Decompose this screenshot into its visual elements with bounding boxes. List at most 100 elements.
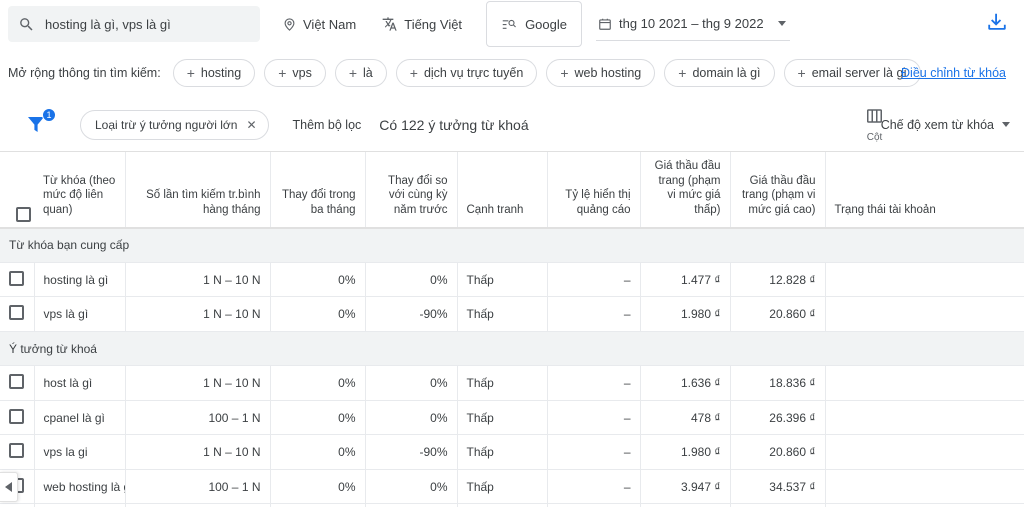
cell-three-month-change: 0% xyxy=(270,262,366,298)
filter-button[interactable]: 1 xyxy=(24,107,56,138)
plus-icon: + xyxy=(186,65,195,81)
search-icon xyxy=(18,16,35,33)
adjust-keywords-link[interactable]: Điều chỉnh từ khóa xyxy=(901,66,1006,80)
cell-avg-monthly-searches: 100 – 1 N xyxy=(125,400,271,436)
keyword-planner-page: hosting là gì, vps là gì Việt Nam Tiếng … xyxy=(0,0,1024,507)
expand-chip-dich-vu-truc-tuyen[interactable]: + dịch vụ trực tuyến xyxy=(395,59,538,87)
keyword-table-body: Từ khóa bạn cung cấp hosting là gì 1 N –… xyxy=(0,227,1024,507)
cell-bid-high: 26.396 ₫ xyxy=(730,400,826,436)
expand-search-row: Mở rộng thông tin tìm kiếm: + hosting + … xyxy=(0,48,1024,98)
cell-competition: Thấp xyxy=(457,469,548,505)
cell-yoy-change: 0% xyxy=(365,365,458,401)
idea-count-label: Có 122 ý tưởng từ khoá xyxy=(379,116,529,133)
cell-three-month-change: 0% xyxy=(270,365,366,401)
cell-competition: Thấp xyxy=(457,365,548,401)
col-header-top-of-page-bid-low[interactable]: Giá thầu đầu trang (phạm vi mức giá thấp… xyxy=(640,152,731,228)
cell-avg-monthly-searches: 1 N – 10 N xyxy=(125,262,271,298)
active-filter-chip[interactable]: Loại trừ ý tưởng người lớn ✕ xyxy=(80,109,269,140)
cell-avg-monthly-searches: 100 – 1 N xyxy=(125,469,271,505)
expand-search-label: Mở rộng thông tin tìm kiếm: xyxy=(8,66,161,80)
date-range-selector[interactable]: thg 10 2021 – thg 9 2022 xyxy=(595,7,790,41)
search-network-selector[interactable]: Google xyxy=(486,1,582,47)
cell-competition: Thấp xyxy=(457,434,548,470)
cell-keyword: web hosting là gì xyxy=(34,469,126,505)
expand-chip-vps[interactable]: + vps xyxy=(264,59,326,87)
expand-chip-hosting[interactable]: + hosting xyxy=(172,59,256,87)
download-button[interactable] xyxy=(984,11,1010,37)
cell-bid-low: 1.980 ₫ xyxy=(640,434,731,470)
cell-bid-low: 3.947 ₫ xyxy=(640,469,731,505)
cell-keyword: host là gì xyxy=(34,365,126,401)
keyword-table: Từ khóa (theo mức độ liên quan) Số lần t… xyxy=(0,152,1024,507)
cell-account-status xyxy=(825,400,1024,436)
cell-bid-high: 18.836 ₫ xyxy=(730,365,826,401)
cell-account-status xyxy=(825,434,1024,470)
active-filter-label: Loại trừ ý tưởng người lớn xyxy=(95,117,238,132)
top-toolbar: hosting là gì, vps là gì Việt Nam Tiếng … xyxy=(0,0,1024,48)
col-header-competition[interactable]: Cạnh tranh xyxy=(457,152,548,228)
search-input[interactable]: hosting là gì, vps là gì xyxy=(8,6,260,42)
cell-competition: Thấp xyxy=(457,296,548,332)
col-header-avg-monthly-searches[interactable]: Số lần tìm kiếm tr.bình hàng tháng xyxy=(125,152,271,228)
expand-chip-domain-la-gi[interactable]: + domain là gì xyxy=(664,59,775,87)
table-row[interactable]: hosting là gì 1 N – 10 N 0% 0% Thấp – 1.… xyxy=(0,262,1024,298)
cell-bid-high: 34.537 ₫ xyxy=(730,469,826,505)
row-checkbox-cell xyxy=(0,365,35,401)
view-mode-selector[interactable]: Chế độ xem từ khóa xyxy=(881,118,1010,132)
expand-chip-la[interactable]: + là xyxy=(334,59,387,87)
add-filter-button[interactable]: Thêm bộ lọc xyxy=(293,118,362,132)
cell-keyword: hosting là gì xyxy=(34,262,126,298)
keyword-table-container[interactable]: Từ khóa (theo mức độ liên quan) Số lần t… xyxy=(0,152,1024,507)
expand-chip-list: + hosting + vps + là + dịch vụ trực tuyế… xyxy=(172,59,921,87)
expand-chip-web-hosting[interactable]: + web hosting xyxy=(546,59,656,87)
cell-ad-impression-share: – xyxy=(547,400,641,436)
cell-yoy-change: -90% xyxy=(365,296,458,332)
search-network-label: Google xyxy=(525,16,567,32)
table-row[interactable]: cpanel là gì 100 – 1 N 0% 0% Thấp – 478 … xyxy=(0,400,1024,436)
col-header-keyword[interactable]: Từ khóa (theo mức độ liên quan) xyxy=(34,152,126,228)
table-row[interactable]: host là gì 1 N – 10 N 0% 0% Thấp – 1.636… xyxy=(0,365,1024,401)
cell-avg-monthly-searches: 1 N – 10 N xyxy=(125,434,271,470)
row-checkbox[interactable] xyxy=(9,408,24,424)
cell-yoy-change: 0% xyxy=(365,469,458,505)
location-selector[interactable]: Việt Nam xyxy=(282,6,356,42)
filter-toolbar: 1 Loại trừ ý tưởng người lớn ✕ Thêm bộ l… xyxy=(0,98,1024,152)
cell-bid-high: 20.860 ₫ xyxy=(730,296,826,332)
expand-chip-label: domain là gì xyxy=(692,66,761,80)
table-row[interactable]: web hosting là gì 100 – 1 N 0% 0% Thấp –… xyxy=(0,469,1024,505)
chevron-down-icon[interactable] xyxy=(777,21,786,26)
col-header-three-month-change[interactable]: Thay đổi trong ba tháng xyxy=(270,152,366,228)
language-selector[interactable]: Tiếng Việt xyxy=(382,6,462,42)
filter-count-badge: 1 xyxy=(42,107,56,122)
col-header-top-of-page-bid-high[interactable]: Giá thầu đầu trang (phạm vi mức giá cao) xyxy=(730,152,826,228)
columns-label: Cột xyxy=(866,131,883,143)
plus-icon: + xyxy=(797,65,806,81)
cell-account-status xyxy=(825,262,1024,298)
cell-ad-impression-share: – xyxy=(547,469,641,505)
row-checkbox-cell xyxy=(0,434,35,470)
translate-icon xyxy=(382,16,398,32)
col-header-yoy-change[interactable]: Thay đổi so với cùng kỳ năm trước xyxy=(365,152,458,228)
cell-account-status xyxy=(825,365,1024,401)
row-checkbox[interactable] xyxy=(9,374,24,390)
cell-bid-low: 1.636 ₫ xyxy=(640,365,731,401)
group-header-row: Từ khóa bạn cung cấp xyxy=(0,227,1024,263)
row-checkbox-cell xyxy=(0,400,35,436)
col-header-account-status[interactable]: Trạng thái tài khoản xyxy=(825,152,1024,228)
close-icon[interactable]: ✕ xyxy=(246,118,256,132)
chevron-left-icon xyxy=(5,482,12,492)
cell-avg-monthly-searches: 1 N – 10 N xyxy=(125,365,271,401)
row-checkbox[interactable] xyxy=(9,270,24,286)
expand-chip-label: dịch vụ trực tuyến xyxy=(423,66,524,80)
row-checkbox-cell xyxy=(0,296,35,332)
row-checkbox[interactable] xyxy=(9,443,24,459)
table-row[interactable]: vps là gì 1 N – 10 N 0% -90% Thấp – 1.98… xyxy=(0,296,1024,332)
table-row[interactable]: vps la gi 1 N – 10 N 0% -90% Thấp – 1.98… xyxy=(0,434,1024,470)
row-checkbox[interactable] xyxy=(9,305,24,321)
cell-three-month-change: 0% xyxy=(270,296,366,332)
col-header-ad-impression-share[interactable]: Tỷ lệ hiển thị quảng cáo xyxy=(547,152,641,228)
cell-competition: Thấp xyxy=(457,262,548,298)
row-checkbox-cell xyxy=(0,262,35,298)
scroll-left-button[interactable] xyxy=(0,472,18,502)
select-all-checkbox[interactable] xyxy=(15,207,31,223)
